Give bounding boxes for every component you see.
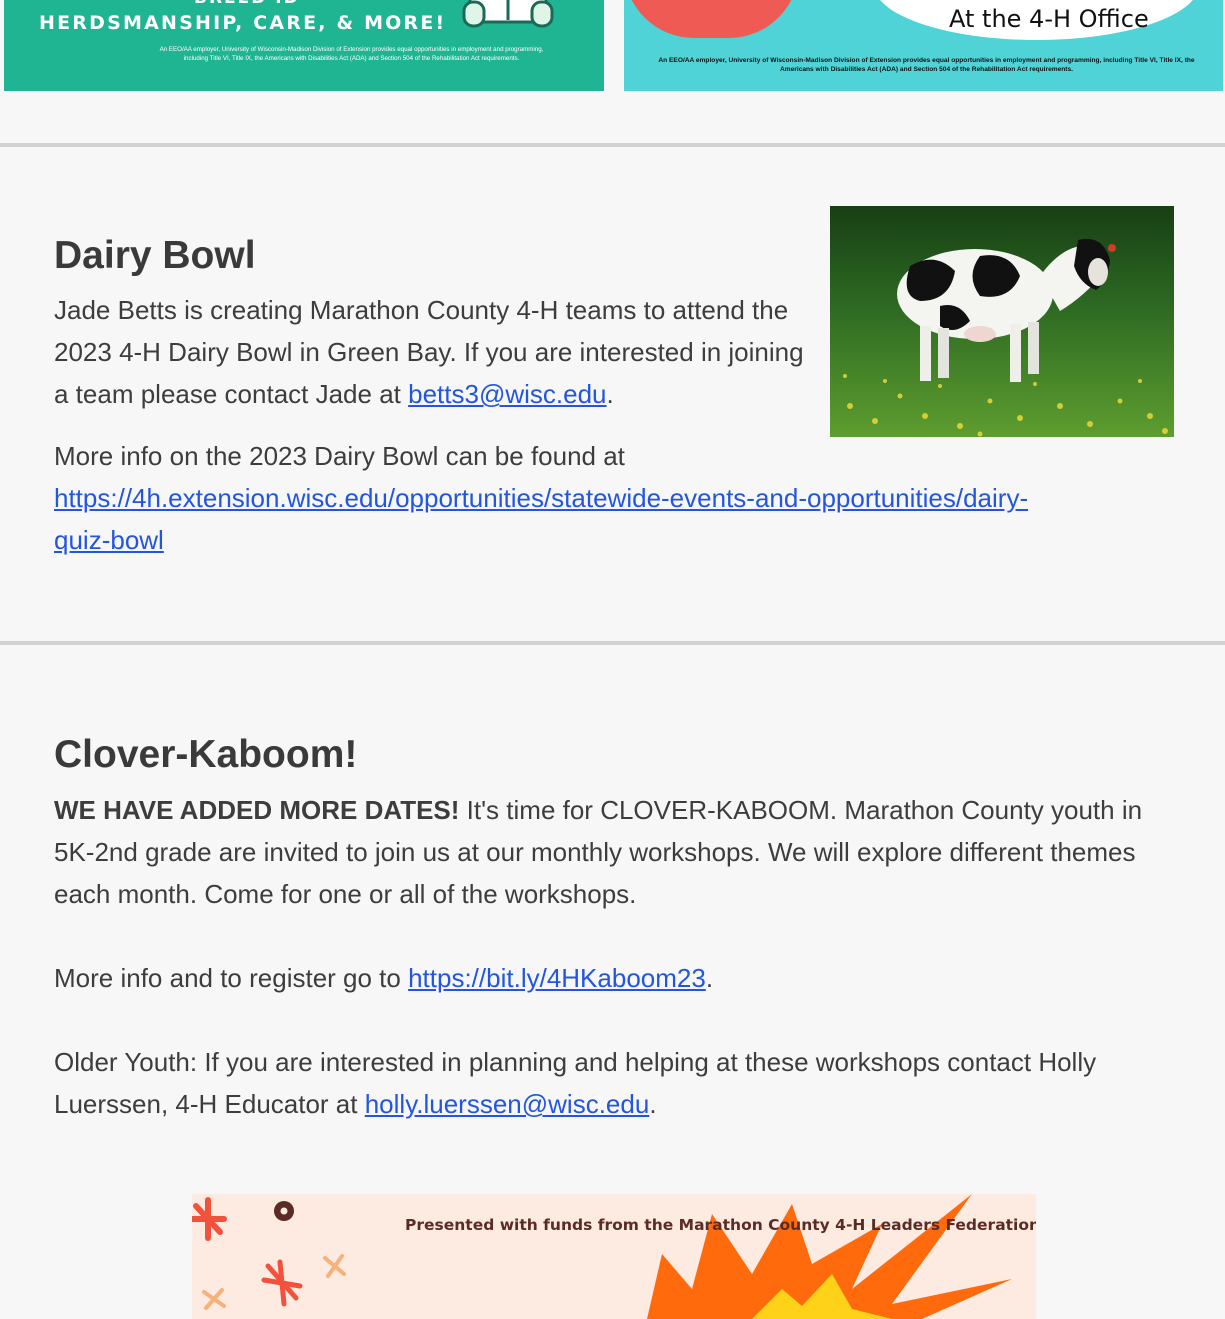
kaboom-flyer-art bbox=[192, 1194, 1012, 1319]
cow-mascot-illustration bbox=[462, 0, 554, 28]
dairy-bowl-more-info: More info on the 2023 Dairy Bowl can be … bbox=[54, 441, 1029, 555]
clover-kaboom-heading: Clover-Kaboom! bbox=[54, 733, 358, 776]
clover-kaboom-intro: WE HAVE ADDED MORE DATES! It's time for … bbox=[54, 795, 1143, 909]
section-divider bbox=[0, 641, 1225, 645]
section-divider bbox=[0, 143, 1225, 147]
event-flyer-banner[interactable]: At the 4-H Office An EEO/AA employer, Un… bbox=[624, 0, 1223, 91]
flyer-eeo-statement: An EEO/AA employer, University of Wiscon… bbox=[159, 46, 544, 62]
dairy-bowl-url-link[interactable]: https://4h.extension.wisc.edu/opportunit… bbox=[54, 483, 1028, 555]
cow-photo bbox=[830, 206, 1174, 437]
clover-kaboom-register: More info and to register go to https://… bbox=[54, 963, 714, 993]
clover-kaboom-older-youth: Older Youth: If you are interested in pl… bbox=[54, 1047, 1097, 1119]
dairy-bowl-heading: Dairy Bowl bbox=[54, 234, 256, 277]
flyer-breed-text: BREED ID bbox=[194, 0, 300, 8]
kaboom-register-link[interactable]: https://bit.ly/4HKaboom23 bbox=[408, 963, 706, 993]
flyer-office-text: At the 4-H Office bbox=[949, 5, 1149, 33]
flyer-eeo-statement: An EEO/AA employer, University of Wiscon… bbox=[658, 57, 1195, 73]
breed-id-flyer-banner[interactable]: BREED ID HERDSMANSHIP, CARE, & MORE! An … bbox=[4, 0, 604, 91]
holly-email-link[interactable]: holly.luerssen@wisc.edu bbox=[365, 1089, 650, 1119]
kaboom-flyer-image[interactable]: Presented with funds from the Marathon C… bbox=[192, 1194, 1036, 1319]
flyer-funding-caption: Presented with funds from the Marathon C… bbox=[405, 1216, 1036, 1234]
flyer-red-shape bbox=[624, 0, 799, 38]
flyer-headline: HERDSMANSHIP, CARE, & MORE! bbox=[39, 12, 447, 34]
dairy-bowl-intro: Jade Betts is creating Marathon County 4… bbox=[54, 295, 804, 409]
jade-email-link[interactable]: betts3@wisc.edu bbox=[408, 379, 606, 409]
